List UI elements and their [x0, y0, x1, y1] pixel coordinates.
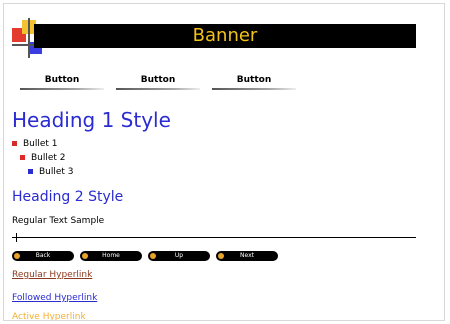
- next-button-label: Next: [240, 252, 254, 259]
- nav-button-3[interactable]: Button: [212, 73, 296, 91]
- horizontal-rule: [12, 237, 416, 238]
- nav-button-label: Button: [44, 75, 80, 85]
- bullet-marker-icon: [12, 141, 17, 146]
- rule-marker: [16, 233, 17, 242]
- active-hyperlink[interactable]: Active Hyperlink: [12, 312, 86, 320]
- bullet-marker-icon: [28, 169, 33, 174]
- bullet-dot-icon: [218, 253, 224, 259]
- back-button-label: Back: [35, 252, 51, 259]
- bullet-text: Bullet 1: [23, 139, 58, 149]
- nav-button-1[interactable]: Button: [20, 73, 104, 91]
- bullet-item-3: Bullet 3: [28, 166, 74, 178]
- heading-2: Heading 2 Style: [12, 189, 124, 205]
- bullet-text: Bullet 3: [39, 167, 74, 177]
- nav-button-row: Button Button Button: [20, 73, 320, 91]
- bullet-marker-icon: [20, 155, 25, 160]
- bullet-item-1: Bullet 1: [12, 138, 58, 150]
- up-button-label: Up: [174, 252, 184, 259]
- bullet-text: Bullet 2: [31, 153, 66, 163]
- banner-title: Banner: [192, 25, 258, 46]
- pill-button-row: Back Home Up Next: [12, 251, 292, 263]
- heading-1: Heading 1 Style: [12, 108, 171, 132]
- bullet-dot-icon: [150, 253, 156, 259]
- back-button[interactable]: Back: [12, 251, 74, 261]
- nav-button-underline: [116, 88, 200, 90]
- regular-text: Regular Text Sample: [12, 216, 105, 226]
- bullet-dot-icon: [14, 253, 20, 259]
- nav-button-2[interactable]: Button: [116, 73, 200, 91]
- bullet-item-2: Bullet 2: [20, 152, 66, 164]
- next-button[interactable]: Next: [216, 251, 278, 261]
- bullet-dot-icon: [82, 253, 88, 259]
- home-button[interactable]: Home: [80, 251, 142, 261]
- nav-button-label: Button: [140, 75, 176, 85]
- nav-button-underline: [212, 88, 296, 90]
- page-frame: Banner Button Button Button Heading 1 St…: [3, 3, 445, 321]
- nav-button-underline: [20, 88, 104, 90]
- nav-button-label: Button: [236, 75, 272, 85]
- up-button[interactable]: Up: [148, 251, 210, 261]
- home-button-label: Home: [102, 252, 120, 259]
- regular-hyperlink[interactable]: Regular Hyperlink: [12, 270, 92, 280]
- followed-hyperlink[interactable]: Followed Hyperlink: [12, 293, 97, 303]
